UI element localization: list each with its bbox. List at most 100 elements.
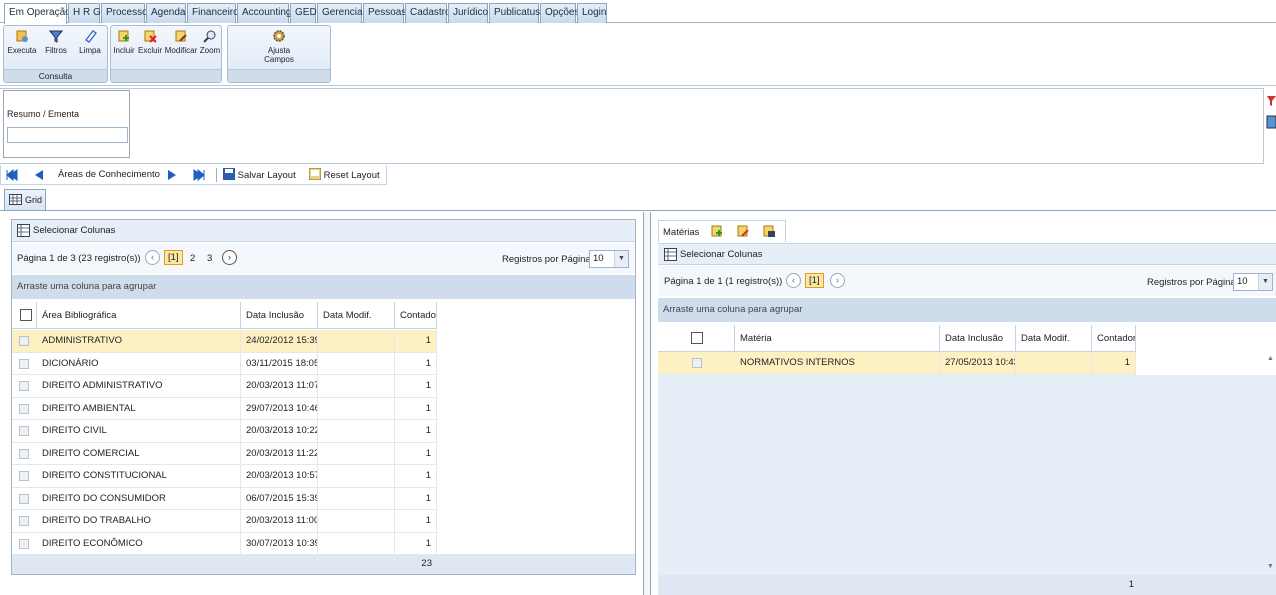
right-next-page-button[interactable]: › <box>830 273 845 288</box>
row-checkbox[interactable] <box>19 448 29 459</box>
tab-grid[interactable]: Grid <box>4 189 46 210</box>
filtros-button[interactable]: Filtros <box>41 29 71 55</box>
previous-record-icon[interactable] <box>32 168 46 182</box>
menu-tab-processo[interactable]: Processo <box>101 3 148 23</box>
right-per-page-select[interactable]: 10 ▼ <box>1233 273 1273 291</box>
add-icon[interactable] <box>710 224 724 238</box>
excluir-label: Excluir <box>137 46 162 55</box>
left-select-columns-button[interactable]: Selecionar Colunas <box>12 220 635 242</box>
table-row[interactable]: DICIONÁRIO 03/11/2015 18:05 1 <box>12 352 437 375</box>
last-record-icon[interactable] <box>192 168 206 182</box>
reset-icon <box>308 167 322 181</box>
header-data-inclusao[interactable]: Data Inclusão <box>241 302 318 329</box>
first-record-icon[interactable] <box>5 168 19 182</box>
table-row[interactable]: NORMATIVOS INTERNOS 27/05/2013 10:43 1 <box>658 352 1136 375</box>
menu-tab-agenda[interactable]: Agenda <box>146 3 186 23</box>
row-checkbox[interactable] <box>692 358 702 368</box>
ajusta-campos-button[interactable]: Ajusta Campos <box>250 29 308 64</box>
row-checkbox[interactable] <box>19 493 29 504</box>
row-checkbox[interactable] <box>19 403 29 414</box>
cell-contador: 1 <box>395 352 437 375</box>
left-page-info: Página 1 de 3 (23 registro(s)) <box>17 253 141 264</box>
menu-tab-gerencial[interactable]: Gerencial <box>317 3 365 23</box>
toolbar-separator <box>216 168 217 182</box>
panel-splitter[interactable] <box>643 212 651 595</box>
table-row[interactable]: DIREITO ECONÔMICO 30/07/2013 10:39 1 <box>12 532 437 555</box>
table-row[interactable]: DIREITO DO TRABALHO 20/03/2013 11:00 1 <box>12 510 437 533</box>
right-select-columns-button[interactable]: Selecionar Colunas <box>658 243 1276 265</box>
header-data-modif[interactable]: Data Modif. <box>1016 325 1092 352</box>
left-page-2[interactable]: 2 <box>190 253 195 264</box>
menu-tab-opcoes[interactable]: Opções <box>540 3 579 23</box>
materias-tab[interactable]: Matérias <box>658 220 786 242</box>
row-checkbox[interactable] <box>19 336 29 346</box>
row-checkbox[interactable] <box>19 471 29 481</box>
menu-tab-juridico[interactable]: Jurídico <box>448 3 488 23</box>
menu-tab-publicatus[interactable]: Publicatus <box>489 3 540 23</box>
right-grid-scrollbar[interactable]: ▲ ▼ <box>1266 355 1276 570</box>
left-select-columns-label: Selecionar Colunas <box>33 225 116 236</box>
cell-data-inclusao: 06/07/2015 15:39 <box>241 487 318 510</box>
limpa-button[interactable]: Limpa <box>75 29 105 55</box>
header-contador[interactable]: Contador <box>395 302 437 329</box>
executa-button[interactable]: Executa <box>7 29 37 55</box>
left-select-all-checkbox[interactable] <box>20 309 32 321</box>
zoom-button[interactable]: Zoom <box>199 29 221 55</box>
next-record-icon[interactable] <box>165 168 179 182</box>
filtros-label: Filtros <box>45 46 67 55</box>
menu-tab-ged[interactable]: GED <box>290 3 317 23</box>
right-prev-page-button[interactable]: ‹ <box>786 273 801 288</box>
cell-area: DIREITO ADMINISTRATIVO <box>37 375 241 397</box>
edit-icon[interactable] <box>736 224 750 238</box>
table-row[interactable]: DIREITO AMBIENTAL 29/07/2013 10:46 1 <box>12 397 437 420</box>
left-page-3[interactable]: 3 <box>207 253 212 264</box>
row-checkbox[interactable] <box>19 358 29 369</box>
filter-side-icon[interactable] <box>1266 94 1276 108</box>
left-grid-header: Área Bibliográfica Data Inclusão Data Mo… <box>12 302 437 329</box>
table-row[interactable]: DIREITO DO CONSUMIDOR 06/07/2015 15:39 1 <box>12 487 437 510</box>
right-grid-header: Matéria Data Inclusão Data Modif. Contad… <box>658 325 1136 352</box>
right-pager: Página 1 de 1 (1 registro(s)) ‹ [1] › Re… <box>658 266 1276 296</box>
header-data-inclusao[interactable]: Data Inclusão <box>940 325 1016 352</box>
edit-icon <box>175 30 187 42</box>
table-row[interactable]: DIREITO ADMINISTRATIVO 20/03/2013 11:07 … <box>12 375 437 398</box>
row-checkbox[interactable] <box>19 426 29 436</box>
header-data-modif[interactable]: Data Modif. <box>318 302 395 329</box>
scroll-down-icon[interactable]: ▼ <box>1267 563 1274 570</box>
table-row[interactable]: DIREITO CIVIL 20/03/2013 10:22 1 <box>12 420 437 443</box>
left-page-1[interactable]: [1] <box>164 250 183 265</box>
right-page-1[interactable]: [1] <box>805 273 824 288</box>
ribbon-group-label: Consulta <box>4 69 107 82</box>
row-checkbox[interactable] <box>19 516 29 526</box>
resumo-ementa-input[interactable] <box>7 127 128 143</box>
view-icon[interactable] <box>762 224 776 238</box>
menu-tab-financeiro[interactable]: Financeiro <box>187 3 239 23</box>
menu-tab-em-operacao[interactable]: Em Operação <box>4 3 71 24</box>
header-contador[interactable]: Contador <box>1092 325 1136 352</box>
menu-tab-pessoas[interactable]: Pessoas <box>363 3 406 23</box>
modificar-button[interactable]: Modificar <box>164 29 198 55</box>
left-next-page-button[interactable]: › <box>222 250 237 265</box>
right-select-all-checkbox[interactable] <box>691 332 703 344</box>
row-checkbox[interactable] <box>19 538 29 549</box>
header-area-bibliografica[interactable]: Área Bibliográfica <box>37 302 241 329</box>
left-prev-page-button[interactable]: ‹ <box>145 250 160 265</box>
reset-layout-button[interactable]: Reset Layout <box>308 167 380 182</box>
save-layout-button[interactable]: Salvar Layout <box>223 168 296 182</box>
table-row[interactable]: ADMINISTRATIVO 24/02/2012 15:39 1 <box>12 330 437 353</box>
table-row[interactable]: DIREITO CONSTITUCIONAL 20/03/2013 10:57 … <box>12 465 437 488</box>
row-checkbox[interactable] <box>19 381 29 391</box>
left-per-page-select[interactable]: 10 ▼ <box>589 250 629 268</box>
menu-tab-cadastro[interactable]: Cadastro <box>405 3 451 23</box>
cell-data-inclusao: 20/03/2013 10:22 <box>241 420 318 442</box>
incluir-button[interactable]: Incluir <box>112 29 136 55</box>
panel-side-icon[interactable] <box>1266 115 1276 129</box>
menu-tab-login[interactable]: Login <box>577 3 607 23</box>
right-select-all-cell <box>658 325 735 352</box>
header-materia[interactable]: Matéria <box>735 325 940 352</box>
menu-tab-accounting[interactable]: Accounting <box>237 3 291 23</box>
excluir-button[interactable]: Excluir <box>137 29 163 55</box>
menu-tab-hrg[interactable]: H R G <box>68 3 101 23</box>
scroll-up-icon[interactable]: ▲ <box>1267 355 1274 362</box>
table-row[interactable]: DIREITO COMERCIAL 20/03/2013 11:22 1 <box>12 442 437 465</box>
